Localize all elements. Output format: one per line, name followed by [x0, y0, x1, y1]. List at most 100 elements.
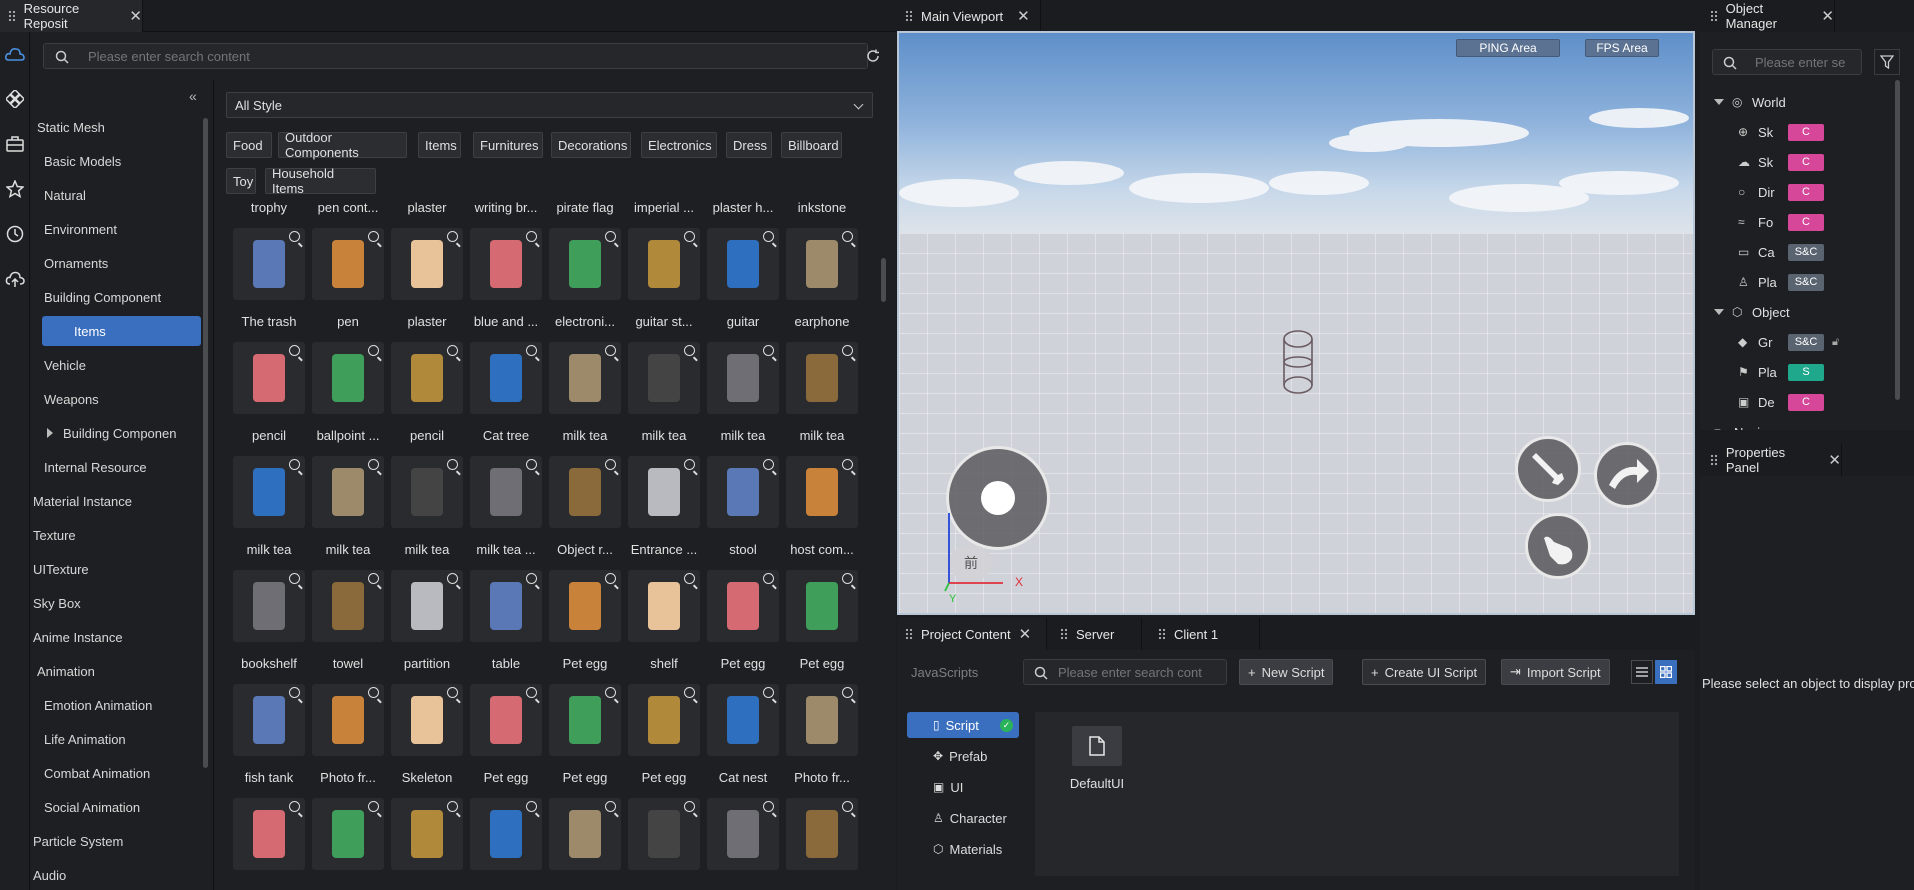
- refresh-icon[interactable]: [866, 49, 880, 63]
- asset-item[interactable]: milk tea: [783, 342, 861, 456]
- content-nav-item[interactable]: ✥ Prefab: [907, 743, 1019, 769]
- zoom-icon[interactable]: [684, 687, 695, 698]
- asset-item[interactable]: [783, 798, 861, 890]
- asset-item[interactable]: milk tea: [309, 456, 387, 570]
- asset-item[interactable]: host com...: [783, 456, 861, 570]
- components-icon[interactable]: [0, 84, 30, 114]
- zoom-icon[interactable]: [447, 459, 458, 470]
- filter-button[interactable]: [1874, 49, 1900, 75]
- tab-main-viewport[interactable]: Main Viewport ✕: [897, 0, 1041, 32]
- script-search-bar[interactable]: [1023, 659, 1227, 685]
- object-tree-item[interactable]: ⚑ Pla S: [1738, 362, 1824, 382]
- tree-item[interactable]: Basic Models: [44, 146, 121, 176]
- asset-item[interactable]: [625, 798, 703, 890]
- asset-item[interactable]: Entrance ...: [625, 456, 703, 570]
- asset-item[interactable]: Pet egg: [783, 570, 861, 684]
- zoom-icon[interactable]: [605, 801, 616, 812]
- asset-item[interactable]: Pet egg: [467, 684, 545, 798]
- tree-item[interactable]: Items: [42, 316, 201, 346]
- drag-handle-icon[interactable]: [1710, 454, 1718, 466]
- asset-item[interactable]: ballpoint ...: [309, 342, 387, 456]
- tree-item[interactable]: Natural: [44, 180, 86, 210]
- asset-item[interactable]: Cat nest: [704, 684, 782, 798]
- zoom-icon[interactable]: [526, 231, 537, 242]
- category-chip[interactable]: Dress: [726, 132, 772, 158]
- expand-down-icon[interactable]: [1714, 99, 1724, 105]
- zoom-icon[interactable]: [842, 345, 853, 356]
- attack-button[interactable]: [1515, 436, 1581, 502]
- zoom-icon[interactable]: [447, 687, 458, 698]
- object-tree-item[interactable]: ☁ Sk C: [1738, 152, 1824, 172]
- zoom-icon[interactable]: [289, 573, 300, 584]
- tree-item[interactable]: Particle System: [31, 826, 123, 856]
- search-bar[interactable]: [43, 43, 868, 69]
- tree-item[interactable]: Material Instance: [31, 486, 132, 516]
- drag-handle-icon[interactable]: [1710, 10, 1718, 22]
- asset-item[interactable]: trophy: [230, 200, 308, 228]
- category-chip[interactable]: Items: [418, 132, 461, 158]
- asset-item[interactable]: Pet egg: [546, 684, 624, 798]
- close-icon[interactable]: ✕: [1821, 7, 1834, 25]
- style-select[interactable]: All Style: [226, 92, 873, 118]
- asset-item[interactable]: [309, 798, 387, 890]
- tree-scrollbar[interactable]: [203, 118, 208, 768]
- asset-item[interactable]: stool: [704, 456, 782, 570]
- asset-item[interactable]: Cat tree: [467, 342, 545, 456]
- zoom-icon[interactable]: [368, 459, 379, 470]
- object-tree-item[interactable]: ⬡ Object: [1714, 302, 1790, 322]
- zoom-icon[interactable]: [368, 345, 379, 356]
- file-item[interactable]: DefaultUI: [1063, 726, 1124, 796]
- import-script-button[interactable]: ⇥ Import Script: [1501, 659, 1610, 685]
- tree-item[interactable]: Vehicle: [44, 350, 86, 380]
- asset-item[interactable]: milk tea: [230, 456, 308, 570]
- zoom-icon[interactable]: [289, 801, 300, 812]
- zoom-icon[interactable]: [684, 801, 695, 812]
- object-tree-item[interactable]: ◆ Gr S&C 🔓︎: [1738, 332, 1839, 352]
- zoom-icon[interactable]: [684, 573, 695, 584]
- object-tree-item[interactable]: ▣ De C: [1738, 392, 1824, 412]
- asset-item[interactable]: table: [467, 570, 545, 684]
- tree-item[interactable]: Anime Instance: [31, 622, 123, 652]
- asset-item[interactable]: The trash: [230, 228, 308, 342]
- asset-item[interactable]: plaster h...: [704, 200, 782, 228]
- zoom-icon[interactable]: [763, 801, 774, 812]
- asset-item[interactable]: guitar st...: [625, 228, 703, 342]
- tree-item[interactable]: Sky Box: [31, 588, 81, 618]
- tree-item[interactable]: Life Animation: [44, 724, 126, 754]
- asset-item[interactable]: Skeleton: [388, 684, 466, 798]
- asset-item[interactable]: Pet egg: [704, 570, 782, 684]
- asset-item[interactable]: pencil: [388, 342, 466, 456]
- tree-item[interactable]: Environment: [44, 214, 117, 244]
- asset-item[interactable]: towel: [309, 570, 387, 684]
- zoom-icon[interactable]: [447, 801, 458, 812]
- category-chip[interactable]: Food: [226, 132, 272, 158]
- zoom-icon[interactable]: [684, 459, 695, 470]
- object-search-input[interactable]: [1755, 52, 1859, 72]
- category-chip[interactable]: Outdoor Components: [278, 130, 407, 160]
- zoom-icon[interactable]: [684, 345, 695, 356]
- tree-item[interactable]: Animation: [31, 656, 95, 686]
- tree-item[interactable]: Weapons: [44, 384, 99, 414]
- zoom-icon[interactable]: [289, 231, 300, 242]
- object-scrollbar[interactable]: [1895, 80, 1900, 400]
- object-search-bar[interactable]: [1712, 49, 1862, 75]
- zoom-icon[interactable]: [289, 459, 300, 470]
- object-tree-item[interactable]: ▭ Ca S&C: [1738, 242, 1824, 262]
- zoom-icon[interactable]: [289, 687, 300, 698]
- zoom-icon[interactable]: [842, 231, 853, 242]
- new-script-button[interactable]: + New Script: [1239, 659, 1334, 685]
- asset-scrollbar[interactable]: [881, 258, 886, 302]
- zoom-icon[interactable]: [605, 345, 616, 356]
- asset-item[interactable]: Pet egg: [625, 684, 703, 798]
- tree-item[interactable]: Social Animation: [44, 792, 140, 822]
- upload-cloud-icon[interactable]: [0, 264, 30, 294]
- asset-item[interactable]: milk tea: [388, 456, 466, 570]
- asset-item[interactable]: earphone: [783, 228, 861, 342]
- tab-bottom[interactable]: Project Content ✕: [897, 618, 1047, 650]
- content-nav-item[interactable]: ▯ Script ✓: [907, 712, 1019, 738]
- zoom-icon[interactable]: [368, 801, 379, 812]
- tree-item[interactable]: Ornaments: [44, 248, 108, 278]
- category-chip[interactable]: Decorations: [551, 132, 631, 158]
- content-nav-item[interactable]: ▣ UI: [907, 774, 1019, 800]
- zoom-icon[interactable]: [368, 687, 379, 698]
